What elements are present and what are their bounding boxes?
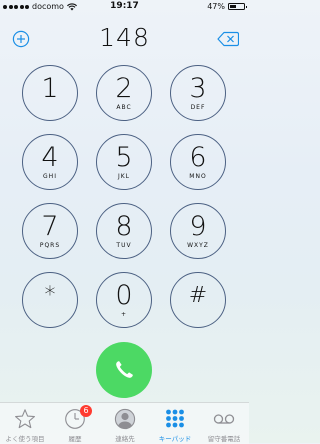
keypad-icon: [166, 409, 184, 428]
key-two[interactable]: 2 ABC: [96, 65, 152, 121]
recents-badge: 6: [80, 405, 92, 417]
key-digit: 5: [115, 142, 133, 173]
tab-label: よく使う項目: [5, 435, 45, 443]
key-nine[interactable]: 9 WXYZ: [170, 203, 226, 259]
key-six[interactable]: 6 MNO: [170, 134, 226, 190]
tab-voicemail[interactable]: 留守番電話: [199, 405, 249, 443]
key-digit: *: [44, 282, 56, 308]
key-star[interactable]: *: [22, 272, 78, 328]
dialed-number: 148: [99, 23, 150, 52]
key-digit: 3: [189, 73, 207, 104]
key-letters: DEF: [190, 104, 206, 111]
key-digit: 6: [189, 142, 207, 173]
tab-favorites[interactable]: よく使う項目: [0, 405, 50, 443]
star-icon: [15, 409, 35, 429]
tab-label: 履歴: [68, 435, 82, 443]
contact-icon: [114, 408, 136, 430]
key-digit: 7: [41, 211, 59, 242]
tab-label: キーパッド: [158, 435, 192, 443]
key-five[interactable]: 5 JKL: [96, 134, 152, 190]
key-digit: 2: [115, 73, 133, 104]
key-three[interactable]: 3 DEF: [170, 65, 226, 121]
key-letters: MNO: [189, 173, 207, 180]
key-zero[interactable]: 0 +: [96, 272, 152, 328]
phone-icon: [116, 361, 133, 378]
key-letters: PQRS: [39, 242, 61, 249]
tab-label: 連絡先: [115, 435, 135, 443]
key-seven[interactable]: 7 PQRS: [22, 203, 78, 259]
key-digit: 4: [41, 142, 59, 173]
clock-icon-wrap: 6: [64, 405, 92, 430]
key-letters: +: [120, 311, 128, 318]
key-digit: 8: [115, 211, 133, 242]
key-eight[interactable]: 8 TUV: [96, 203, 152, 259]
key-digit: 9: [189, 211, 207, 242]
battery-percentage: 47%: [207, 2, 225, 11]
tab-bar: よく使う項目 6 履歴 連絡先 キーパッド 留守番電話: [0, 402, 249, 444]
key-letters: WXYZ: [187, 242, 209, 249]
tab-label: 留守番電話: [207, 435, 241, 443]
battery-icon: [228, 3, 247, 10]
voicemail-icon: [213, 414, 235, 424]
status-right: 47%: [207, 2, 247, 11]
key-letters: TUV: [116, 242, 132, 249]
key-digit: 0: [115, 280, 133, 311]
add-contact-icon[interactable]: [12, 30, 30, 48]
delete-icon[interactable]: [217, 31, 239, 47]
key-one[interactable]: 1: [22, 65, 78, 121]
key-letters: ABC: [116, 104, 132, 111]
key-letters: GHI: [43, 173, 57, 180]
key-letters: JKL: [117, 173, 131, 180]
tab-keypad[interactable]: キーパッド: [150, 405, 200, 443]
status-bar: docomo 19:17 47%: [0, 0, 249, 14]
key-pound[interactable]: #: [170, 272, 226, 328]
call-button[interactable]: [96, 342, 152, 398]
key-digit: 1: [41, 73, 59, 104]
tab-recents[interactable]: 6 履歴: [50, 405, 100, 443]
tab-contacts[interactable]: 連絡先: [100, 405, 150, 443]
key-digit: #: [188, 282, 208, 308]
key-four[interactable]: 4 GHI: [22, 134, 78, 190]
